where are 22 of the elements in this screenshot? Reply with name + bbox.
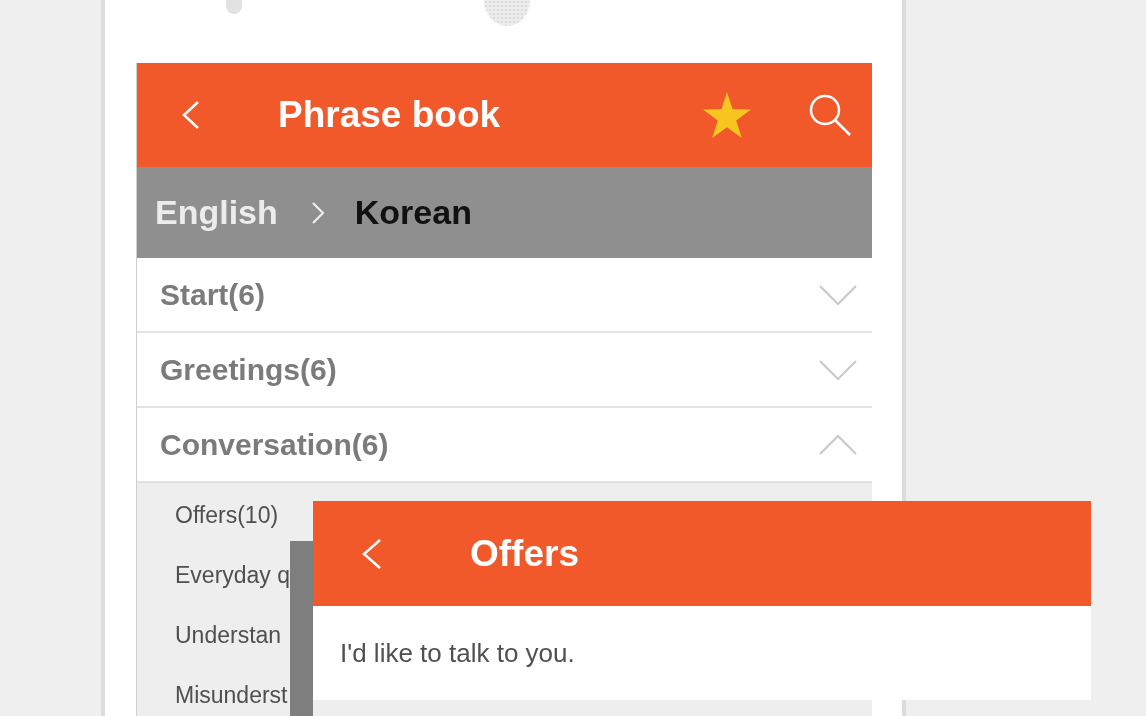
favorites-button[interactable] (703, 92, 751, 138)
phrase-text: I'd like to talk to you. (340, 637, 576, 669)
subcategory-item[interactable]: Offers(10) (175, 485, 279, 545)
chevron-left-icon (362, 537, 382, 570)
speaker-grille-icon (484, 0, 530, 26)
chevron-right-icon (310, 200, 325, 225)
app-title: Phrase book (278, 94, 501, 136)
category-row[interactable]: Start(6) (137, 258, 872, 333)
chevron-left-icon (182, 100, 200, 130)
category-row[interactable]: Greetings(6) (137, 333, 872, 408)
category-row[interactable]: Conversation(6) (137, 408, 872, 483)
card-title: Offers (470, 532, 579, 575)
target-language: Korean (354, 193, 472, 232)
subcategory-item[interactable]: Everyday q (175, 545, 291, 605)
back-button[interactable] (362, 537, 382, 570)
source-language: English (155, 193, 278, 232)
star-icon (703, 92, 751, 138)
search-icon (809, 94, 851, 136)
subcategory-item[interactable]: Misunderst (175, 665, 288, 716)
back-button[interactable] (182, 100, 200, 130)
search-button[interactable] (809, 94, 851, 136)
subcategory-item[interactable]: Understan (175, 605, 282, 665)
